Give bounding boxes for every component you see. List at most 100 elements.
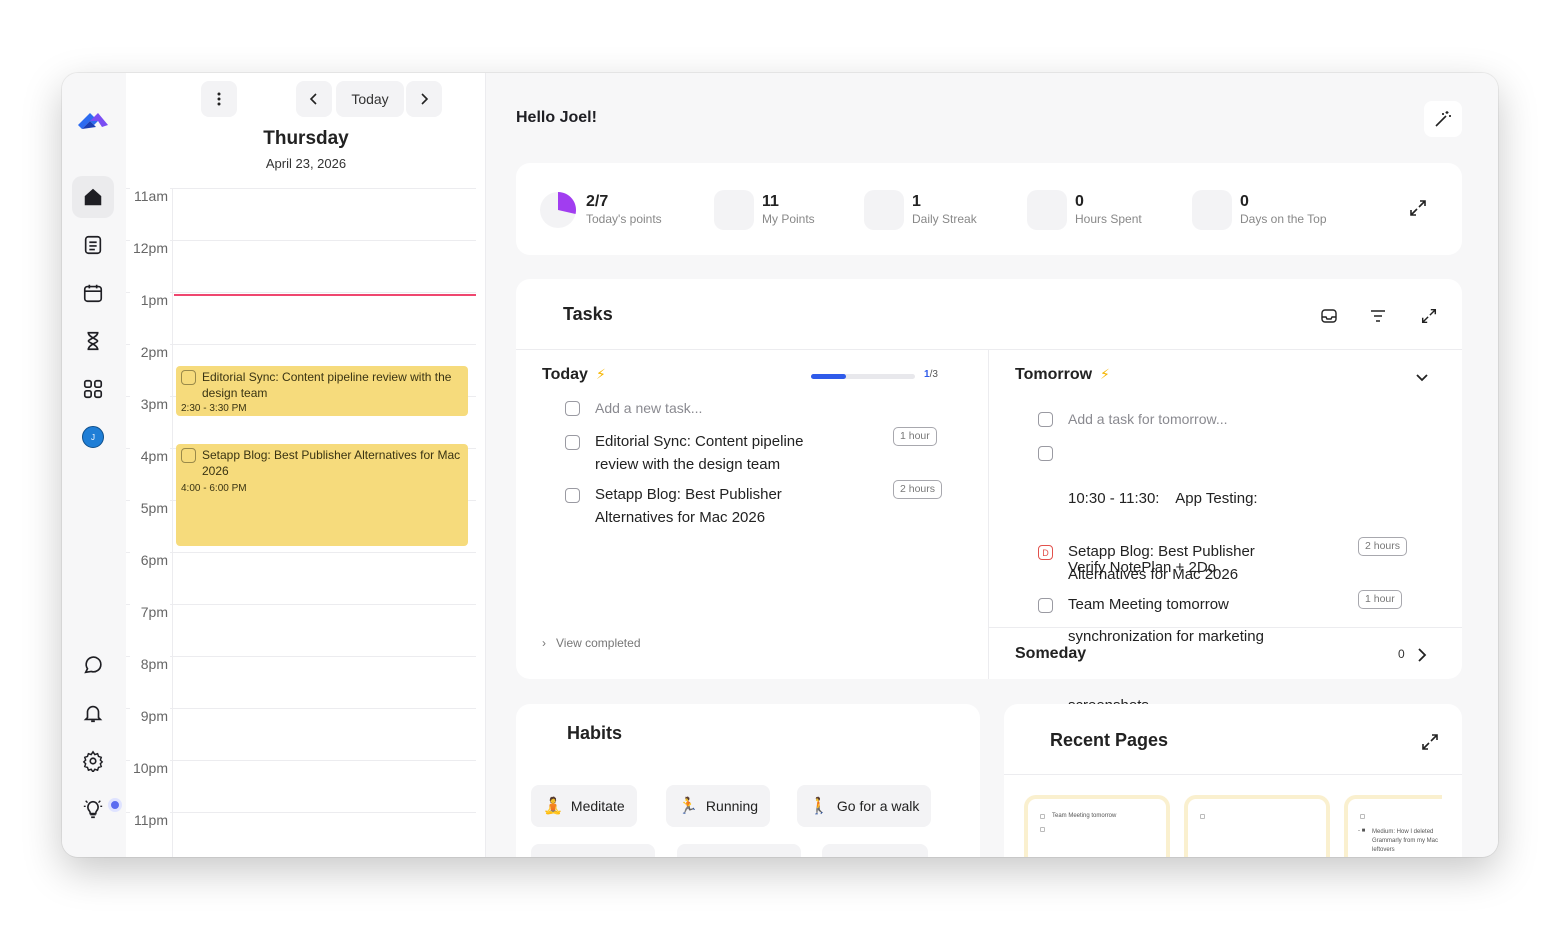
hour-row[interactable]: 7pm	[126, 604, 476, 656]
stat-caption: Daily Streak	[912, 212, 977, 226]
stat-value: 2/7	[586, 193, 609, 210]
hour-row[interactable]: 1pm	[126, 292, 476, 344]
more-options-button[interactable]	[201, 81, 237, 117]
stat-days-on-top: 0 Days on the Top	[1192, 190, 1327, 230]
task-checkbox[interactable]	[1038, 412, 1053, 427]
filter-icon[interactable]	[1369, 307, 1387, 325]
sidebar-item-tips[interactable]	[72, 788, 122, 830]
sidebar-item-settings[interactable]	[72, 740, 114, 782]
next-day-button[interactable]	[406, 81, 442, 117]
page-thumbnail[interactable]: - ■ Medium: How I deleted Grammarly from…	[1344, 795, 1442, 857]
sidebar-item-calendar[interactable]	[72, 272, 114, 314]
task-checkbox[interactable]	[565, 401, 580, 416]
checkbox-icon	[1040, 814, 1045, 819]
duration-tag: 2 hours	[893, 480, 943, 499]
tomorrow-heading: Tomorrow ⚡	[1015, 366, 1110, 384]
hour-label: 4pm	[130, 448, 170, 464]
event-title: Setapp Blog: Best Publisher Alternatives…	[202, 448, 461, 478]
chevron-left-icon	[309, 93, 317, 105]
expand-icon[interactable]	[1408, 198, 1428, 218]
add-task-tomorrow-input[interactable]: Add a task for tomorrow...	[1068, 408, 1228, 431]
task-item[interactable]: Setapp Blog: Best Publisher Alternatives…	[1068, 540, 1255, 586]
vertical-dots-icon	[217, 92, 221, 106]
habit-walk[interactable]: 🚶 Go for a walk	[797, 785, 932, 827]
page-thumbnail[interactable]	[1184, 795, 1330, 857]
task-item[interactable]: Team Meeting tomorrow	[1068, 593, 1229, 616]
tomorrow-column: Tomorrow ⚡ Add a task for tomorrow... 10:…	[989, 349, 1462, 714]
stat-value: 11	[762, 193, 779, 210]
divider	[989, 627, 1462, 628]
meditate-icon: 🧘	[543, 798, 563, 815]
sidebar-item-timer[interactable]	[72, 320, 114, 362]
running-icon: 🏃	[678, 798, 698, 815]
event-checkbox[interactable]	[181, 370, 196, 385]
progress-label: 1/3	[924, 369, 938, 380]
habit-meditate[interactable]: 🧘 Meditate	[531, 785, 637, 827]
hourglass-icon	[87, 331, 99, 351]
task-checkbox[interactable]	[1038, 598, 1053, 613]
grid-icon	[83, 379, 103, 399]
hour-label: 12pm	[130, 240, 170, 256]
habit-running[interactable]: 🏃 Running	[666, 785, 771, 827]
calendar-event[interactable]: Setapp Blog: Best Publisher Alternatives…	[176, 444, 468, 546]
view-completed-link[interactable]: › View completed	[542, 636, 641, 650]
task-checkbox[interactable]	[565, 435, 580, 450]
event-checkbox[interactable]	[181, 448, 196, 463]
hour-row[interactable]: 8pm	[126, 656, 476, 708]
hour-row[interactable]: 11pm	[126, 812, 476, 857]
deadline-checkbox[interactable]: D	[1038, 545, 1053, 560]
calendar-event[interactable]: Editorial Sync: Content pipeline review …	[176, 366, 468, 416]
avatar-icon: J	[82, 426, 104, 448]
add-task-input[interactable]: Add a new task...	[595, 397, 702, 420]
recent-pages-strip: Team Meeting tomorrow - ■ Medium: How I …	[1024, 704, 1442, 857]
chevron-down-icon[interactable]	[1414, 369, 1430, 385]
lightbulb-icon	[83, 800, 103, 819]
someday-heading[interactable]: Someday	[1015, 645, 1086, 663]
hour-row[interactable]: 6pm	[126, 552, 476, 604]
sidebar-item-notes[interactable]	[72, 224, 114, 266]
task-checkbox[interactable]	[565, 488, 580, 503]
task-text: Editorial Sync: Content pipeline	[595, 433, 804, 450]
task-text: Setapp Blog: Best Publisher	[1068, 543, 1255, 560]
event-time: 4:00 - 6:00 PM	[181, 483, 247, 494]
task-text: Setapp Blog: Best Publisher	[595, 486, 782, 503]
hour-label: 8pm	[130, 656, 170, 672]
greeting: Hello Joel!	[516, 109, 597, 126]
today-button[interactable]: Today	[336, 81, 404, 117]
streak-icon	[864, 190, 904, 230]
event-title: Editorial Sync: Content pipeline review …	[202, 370, 452, 400]
hour-label: 2pm	[130, 344, 170, 360]
sidebar-item-home[interactable]	[72, 176, 114, 218]
sidebar-item-profile[interactable]: J	[72, 416, 114, 458]
sidebar-item-apps[interactable]	[72, 368, 114, 410]
task-item[interactable]: Editorial Sync: Content pipeline review w…	[595, 430, 803, 476]
page-thumbnail[interactable]: Team Meeting tomorrow	[1024, 795, 1170, 857]
stat-caption: My Points	[762, 212, 815, 226]
habits-card: Habits 🧘 Meditate 🏃 Running 🚶 Go for a walk	[516, 704, 980, 857]
tomorrow-label: Tomorrow	[1015, 366, 1093, 383]
task-text: synchronization for marketing	[1068, 628, 1264, 645]
hour-row[interactable]: 10pm	[126, 760, 476, 812]
habit-label: Running	[705, 798, 759, 814]
magic-wand-icon	[1435, 111, 1451, 127]
stat-my-points: 11 My Points	[714, 190, 815, 230]
clock-icon	[1027, 190, 1067, 230]
sidebar-item-notifications[interactable]	[72, 692, 114, 734]
hour-row[interactable]: 9pm	[126, 708, 476, 760]
hour-row[interactable]: 11am	[126, 188, 476, 240]
hour-row[interactable]: 12pm	[126, 240, 476, 292]
habit-placeholder	[677, 844, 801, 857]
task-item[interactable]: Setapp Blog: Best Publisher Alternatives …	[595, 483, 782, 529]
stat-caption: Today's points	[586, 212, 662, 226]
lightning-icon: ⚡	[1100, 366, 1110, 382]
event-time: 2:30 - 3:30 PM	[181, 403, 247, 414]
expand-icon[interactable]	[1420, 307, 1438, 325]
points-ring-icon	[540, 192, 577, 228]
task-checkbox[interactable]	[1038, 446, 1053, 461]
inbox-icon[interactable]	[1320, 307, 1338, 325]
chevron-right-icon[interactable]	[1415, 647, 1429, 663]
sidebar-item-chat[interactable]	[72, 644, 114, 686]
habit-placeholder	[531, 844, 655, 857]
previous-day-button[interactable]	[296, 81, 332, 117]
magic-wand-button[interactable]	[1424, 101, 1462, 137]
